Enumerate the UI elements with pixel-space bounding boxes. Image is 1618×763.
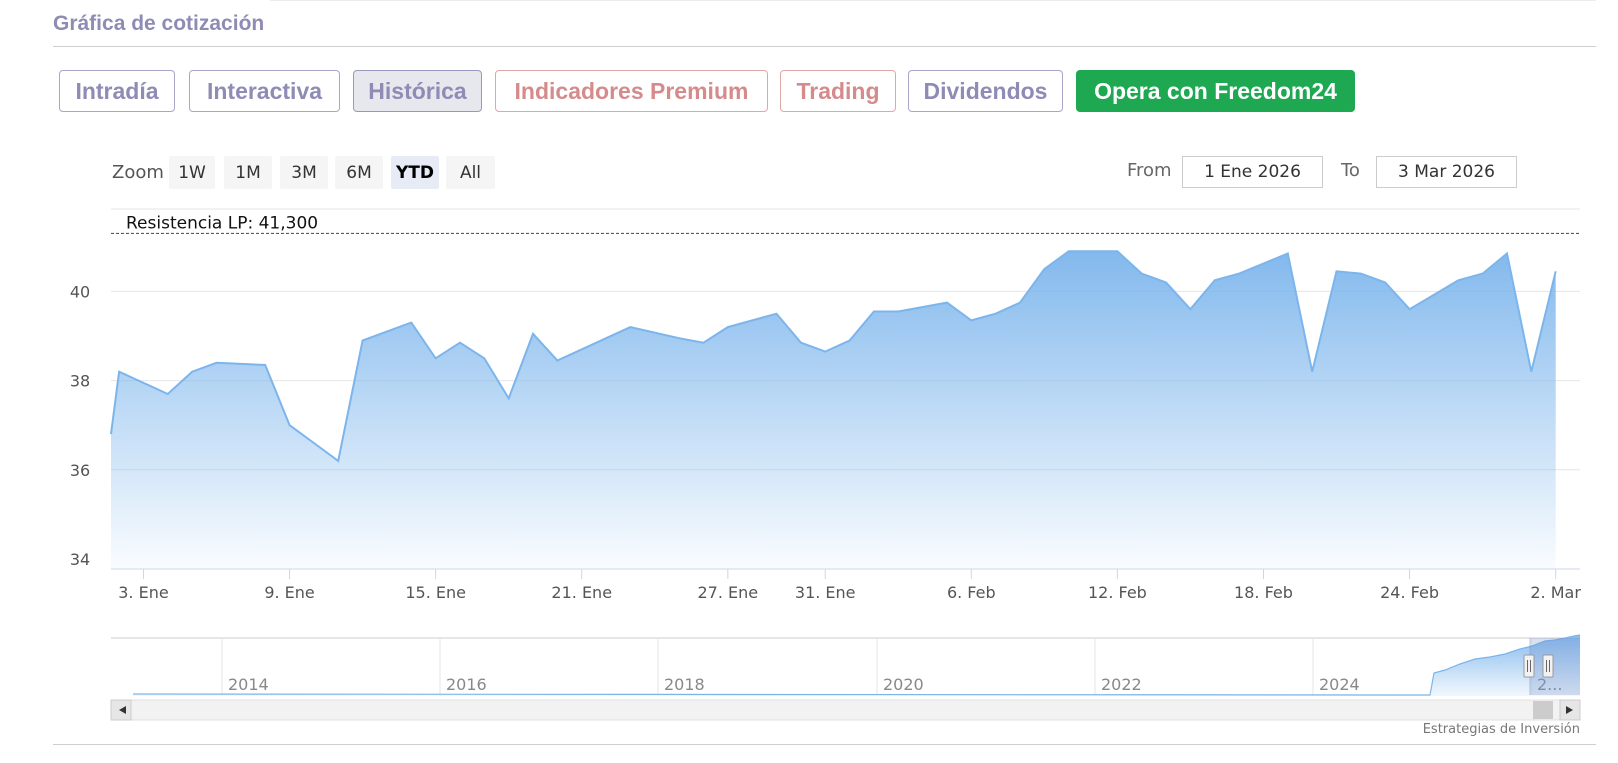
x-tick-label: 6. Feb <box>947 583 996 602</box>
tab-indicadores-premium[interactable]: Indicadores Premium <box>495 70 768 112</box>
x-tick-label: 31. Ene <box>795 583 856 602</box>
tab-historica[interactable]: Histórica <box>353 70 482 112</box>
y-tick-label: 36 <box>70 461 90 480</box>
arrow-right-icon <box>1566 706 1573 714</box>
navigator-year-label: 2022 <box>1101 675 1142 694</box>
y-tick-label: 38 <box>70 372 90 391</box>
x-tick-label: 18. Feb <box>1234 583 1293 602</box>
opera-con-freedom24-button[interactable]: Opera con Freedom24 <box>1076 70 1355 112</box>
price-line <box>110 250 1557 463</box>
tab-dividendos[interactable]: Dividendos <box>908 70 1063 112</box>
to-date-input[interactable]: 3 Mar 2026 <box>1376 156 1517 188</box>
from-label: From <box>1127 160 1172 181</box>
navigator-selected-range <box>1529 638 1580 695</box>
navigator-year-label: 2020 <box>883 675 924 694</box>
navigator-line <box>132 634 1581 696</box>
x-tick-label: 24. Feb <box>1380 583 1439 602</box>
price-chart: 34 36 38 40 3. Ene 9. Ene 15. Ene 21. Ene 27. En… <box>70 208 1581 721</box>
bottom-divider <box>53 744 1596 745</box>
scrollbar-right-button[interactable] <box>1559 699 1581 721</box>
tab-trading[interactable]: Trading <box>780 70 896 112</box>
zoom-ytd-button[interactable]: YTD <box>391 156 439 189</box>
zoom-3m-button[interactable]: 3M <box>280 156 328 189</box>
from-date-input[interactable]: 1 Ene 2026 <box>1182 156 1323 188</box>
arrow-left-icon <box>119 706 126 714</box>
title-divider <box>53 46 1596 47</box>
navigator-year-label: 2018 <box>664 675 705 694</box>
section-title: Gráfica de cotización <box>53 12 265 35</box>
navigator-year-label: 2024 <box>1319 675 1360 694</box>
navigator-year-label: 2016 <box>446 675 487 694</box>
zoom-1m-button[interactable]: 1M <box>224 156 272 189</box>
x-tick-label: 27. Ene <box>698 583 759 602</box>
x-tick-label: 12. Feb <box>1088 583 1147 602</box>
chart-credit: Estrategias de Inversión <box>1422 722 1580 737</box>
tab-intradia[interactable]: Intradía <box>59 70 175 112</box>
x-tick-label: 9. Ene <box>264 583 314 602</box>
scrollbar-thumb[interactable] <box>1533 701 1553 719</box>
zoom-all-button[interactable]: All <box>446 156 495 189</box>
to-label: To <box>1341 160 1360 181</box>
scrollbar-left-button[interactable] <box>110 699 132 721</box>
zoom-1w-button[interactable]: 1W <box>169 156 215 189</box>
x-tick-label: 21. Ene <box>551 583 612 602</box>
x-tick-label: 2. Mar <box>1530 583 1581 602</box>
resistance-label: Resistencia LP: 41,300 <box>126 213 318 233</box>
top-divider <box>270 0 1596 1</box>
navigator-handle-left[interactable] <box>1523 654 1535 678</box>
y-tick-label: 40 <box>70 282 90 301</box>
navigator-year-label: 2... <box>1537 675 1562 694</box>
y-tick-label: 34 <box>70 550 90 569</box>
navigator-area <box>133 635 1580 696</box>
zoom-label: Zoom <box>112 162 164 183</box>
navigator-handle-right[interactable] <box>1542 654 1554 678</box>
x-tick-label: 15. Ene <box>405 583 466 602</box>
tab-interactiva[interactable]: Interactiva <box>189 70 340 112</box>
price-area <box>111 251 1556 570</box>
zoom-6m-button[interactable]: 6M <box>335 156 383 189</box>
navigator-year-label: 2014 <box>228 675 269 694</box>
scrollbar-track <box>110 699 1581 721</box>
x-tick-label: 3. Ene <box>118 583 168 602</box>
